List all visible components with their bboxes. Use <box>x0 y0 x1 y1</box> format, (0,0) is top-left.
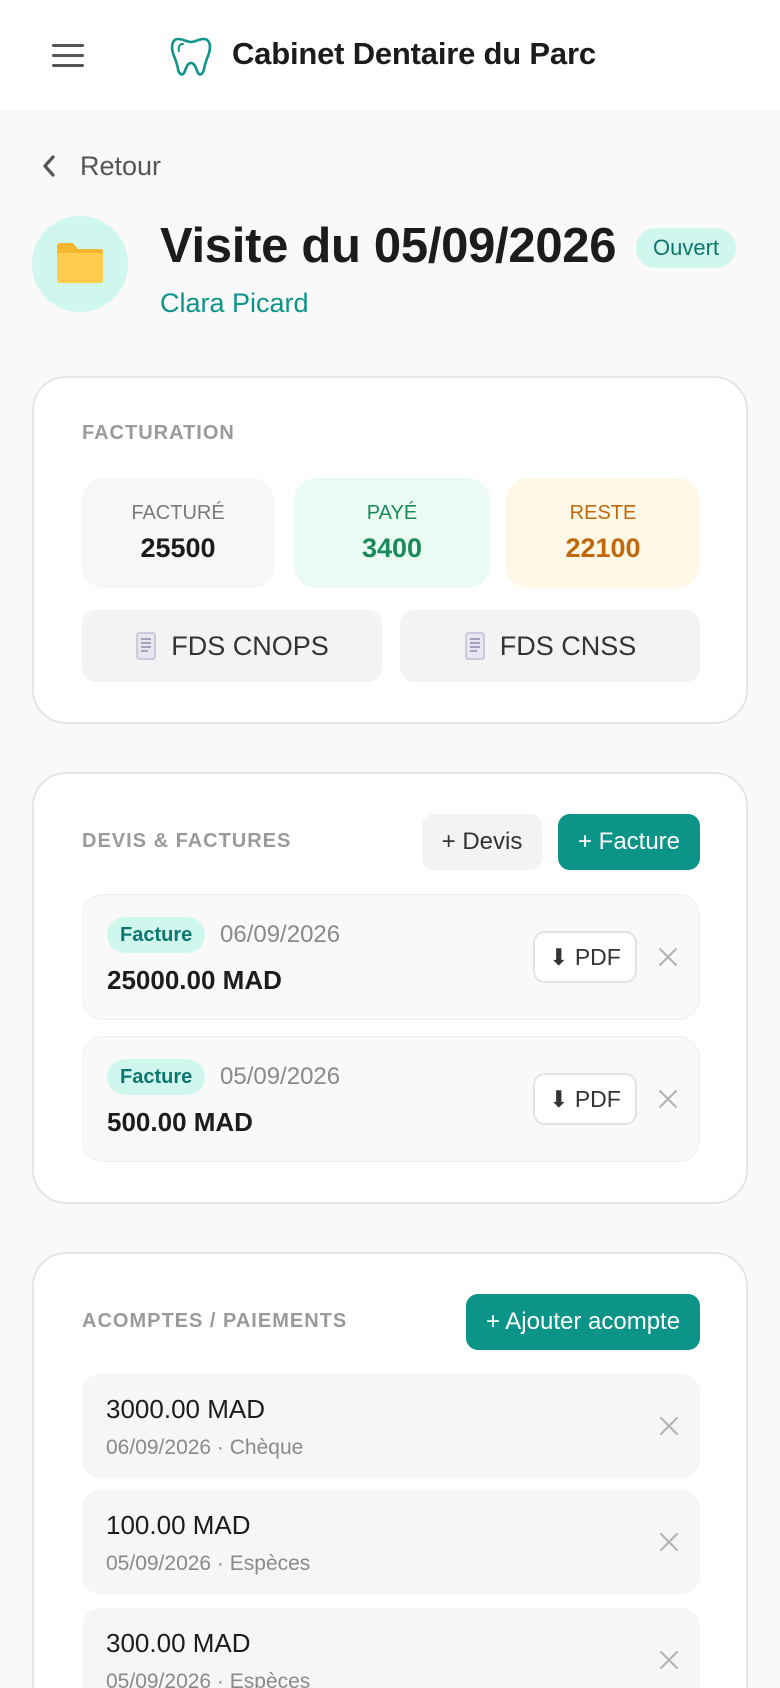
paid-stat: PAYÉ 3400 <box>294 478 490 588</box>
payment-meta: 06/09/2026 · Chèque <box>106 1436 304 1459</box>
delete-payment-button[interactable] <box>654 1645 684 1675</box>
close-icon <box>659 1416 679 1436</box>
billed-stat: FACTURÉ 25500 <box>82 478 274 588</box>
payment-amount: 3000.00 MAD <box>106 1394 265 1424</box>
download-pdf-button[interactable]: ⬇ PDF <box>533 931 637 983</box>
document-icon <box>465 632 485 660</box>
payment-amount: 300.00 MAD <box>106 1628 251 1658</box>
document-icon <box>136 632 156 660</box>
billed-label: FACTURÉ <box>131 502 225 524</box>
rest-label: RESTE <box>569 502 637 524</box>
payment-row: 300.00 MAD 05/09/2026 · Espèces <box>82 1608 700 1688</box>
document-date: 06/09/2026 <box>220 921 341 948</box>
document-amount: 25000.00 MAD <box>107 965 282 995</box>
payments-section-title: ACOMPTES / PAIEMENTS <box>82 1310 348 1332</box>
fds-cnss-button[interactable]: FDS CNSS <box>400 610 700 682</box>
folder-icon <box>57 243 103 283</box>
fds-cnops-button[interactable]: FDS CNOPS <box>82 610 382 682</box>
hamburger-menu-icon[interactable] <box>52 42 84 68</box>
payment-row: 100.00 MAD 05/09/2026 · Espèces <box>82 1490 700 1594</box>
document-row: Facture 05/09/2026 500.00 MAD ⬇ PDF <box>82 1036 700 1162</box>
paid-label: PAYÉ <box>366 502 418 524</box>
billing-section-title: FACTURATION <box>82 422 235 444</box>
delete-document-button[interactable] <box>653 1084 683 1114</box>
fds-cnops-label: FDS CNOPS <box>171 630 329 661</box>
tooth-icon <box>170 37 212 76</box>
rest-value: 22100 <box>565 533 641 563</box>
payment-meta: 05/09/2026 · Espèces <box>106 1670 311 1688</box>
visit-avatar <box>32 216 128 312</box>
billing-card: FACTURATION FACTURÉ 25500 PAYÉ 3400 REST… <box>32 376 748 724</box>
back-button[interactable]: Retour <box>40 148 161 184</box>
document-date: 05/09/2026 <box>220 1063 341 1090</box>
status-badge: Ouvert <box>636 228 737 268</box>
paid-value: 3400 <box>361 533 423 563</box>
close-icon <box>659 1650 679 1670</box>
billed-value: 25500 <box>140 533 216 563</box>
document-amount: 500.00 MAD <box>107 1107 253 1137</box>
add-payment-button[interactable]: + Ajouter acompte <box>466 1294 700 1350</box>
document-type-badge: Facture <box>107 917 206 953</box>
delete-document-button[interactable] <box>653 942 683 972</box>
top-bar: Cabinet Dentaire du Parc <box>0 0 780 110</box>
documents-card: DEVIS & FACTURES + Devis + Facture Factu… <box>32 772 748 1204</box>
payment-meta: 05/09/2026 · Espèces <box>106 1552 311 1575</box>
app-title: Cabinet Dentaire du Parc <box>232 36 596 71</box>
payments-card: ACOMPTES / PAIEMENTS + Ajouter acompte 3… <box>32 1252 748 1688</box>
rest-stat: RESTE 22100 <box>506 478 700 588</box>
document-type-badge: Facture <box>107 1059 206 1095</box>
document-row: Facture 06/09/2026 25000.00 MAD ⬇ PDF <box>82 894 700 1020</box>
download-pdf-button[interactable]: ⬇ PDF <box>533 1073 637 1125</box>
page-title: Visite du 05/09/2026 <box>160 219 617 273</box>
patient-name[interactable]: Clara Picard <box>160 288 309 319</box>
delete-payment-button[interactable] <box>654 1527 684 1557</box>
payment-amount: 100.00 MAD <box>106 1510 251 1540</box>
delete-payment-button[interactable] <box>654 1411 684 1441</box>
close-icon <box>658 1089 678 1109</box>
close-icon <box>659 1532 679 1552</box>
fds-cnss-label: FDS CNSS <box>499 630 637 661</box>
add-quote-button[interactable]: + Devis <box>422 814 542 870</box>
payment-row: 3000.00 MAD 06/09/2026 · Chèque <box>82 1374 700 1478</box>
close-icon <box>658 947 678 967</box>
documents-section-title: DEVIS & FACTURES <box>82 830 292 852</box>
add-invoice-button[interactable]: + Facture <box>558 814 700 870</box>
chevron-left-icon <box>43 155 55 177</box>
back-label: Retour <box>80 150 162 181</box>
